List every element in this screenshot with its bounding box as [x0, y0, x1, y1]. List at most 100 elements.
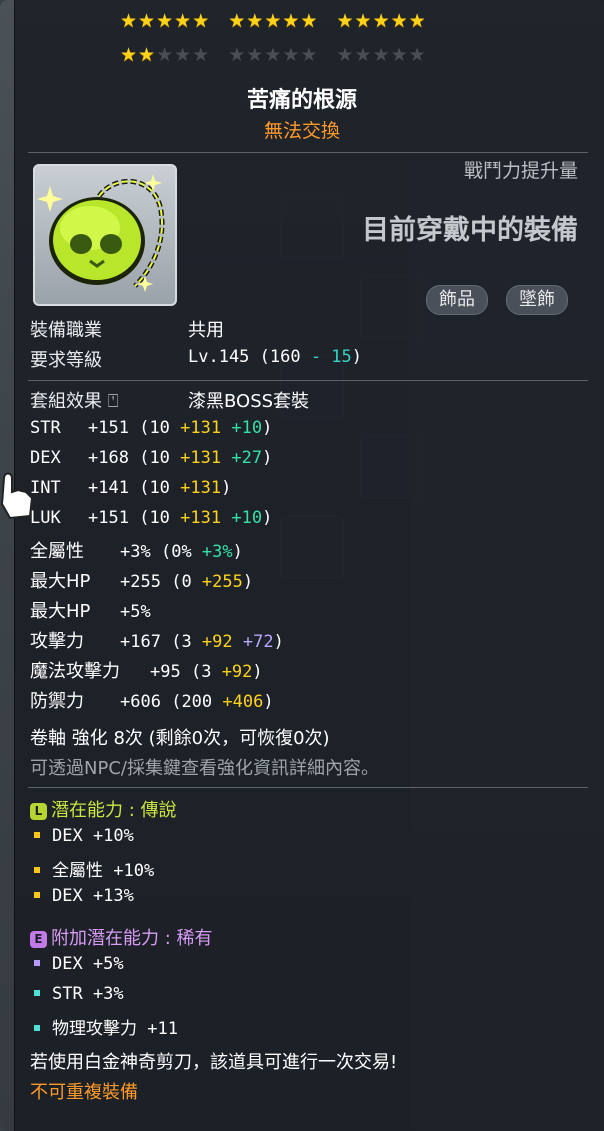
star-row-1: ★★★★★ ★★★★★ ★★★★★ [120, 10, 445, 32]
bonus-potential-header: E 附加潛在能力 : 稀有 [30, 924, 213, 950]
stat-values: +141 (10 +131) [88, 478, 232, 498]
star-filled-icon: ★ [156, 10, 175, 32]
category-badge-accessory: 飾品 [426, 285, 488, 315]
star-filled-icon: ★ [408, 10, 427, 32]
star-empty-icon: ★ [156, 44, 175, 66]
scroll-info: 卷軸 強化 8次 (剩餘0次，可恢復0次) [30, 728, 330, 749]
stat-row: 最大HP +5% [30, 597, 151, 623]
stat-row: DEX +168 (10 +131 +27) [30, 447, 272, 468]
bonus-potential-line: 物理攻擊力 +11 [34, 1014, 178, 1039]
bonus-potential-line: STR +3% [34, 984, 124, 1004]
star-empty-icon: ★ [354, 44, 373, 66]
star-filled-icon: ★ [174, 10, 193, 32]
item-name: 苦痛的根源 [246, 88, 357, 113]
bullet-icon [34, 892, 40, 898]
potential-line-text: DEX +10% [52, 826, 134, 846]
bullet-icon [34, 832, 40, 838]
potential-line-text: 全屬性 +10% [52, 861, 155, 881]
star-filled-icon: ★ [138, 10, 157, 32]
star-filled-icon: ★ [336, 10, 355, 32]
mouse-icon: ⍞ [107, 391, 119, 412]
stat-name: LUK [30, 508, 61, 528]
bullet-icon [34, 990, 40, 996]
stat-name: 最大HP [30, 601, 91, 622]
star-empty-icon: ★ [174, 44, 193, 66]
star-group: ★★★★★ [120, 44, 210, 66]
trade-status: 無法交換 [263, 120, 340, 142]
divider [28, 152, 588, 153]
star-empty-icon: ★ [246, 44, 265, 66]
bonus-potential-line-text: STR +3% [52, 984, 124, 1004]
star-filled-icon: ★ [390, 10, 409, 32]
mouse-cursor-hand-icon [0, 472, 34, 520]
potential-line: 全屬性 +10% [34, 856, 154, 881]
unique-equip-notice: 不可重複裝備 [30, 1082, 138, 1103]
star-group: ★★★★★ [228, 44, 318, 66]
rare-grade-icon: E [30, 931, 47, 948]
star-empty-icon: ★ [228, 44, 247, 66]
equipped-status: 目前穿戴中的裝備 [362, 215, 578, 246]
star-row-2: ★★★★★ ★★★★★ ★★★★★ [120, 44, 445, 66]
potential-line: DEX +13% [34, 886, 134, 906]
star-empty-icon: ★ [300, 44, 319, 66]
stat-name: 防禦力 [30, 691, 84, 712]
stat-values: +95 (3 +92) [150, 662, 263, 682]
stat-name: DEX [30, 448, 61, 468]
stat-values: +606 (200 +406) [120, 692, 274, 712]
star-filled-icon: ★ [300, 10, 319, 32]
stat-row: 全屬性 +3% (0% +3%) [30, 537, 243, 563]
stat-values: +255 (0 +255) [120, 572, 254, 592]
stat-name: 攻擊力 [30, 631, 84, 652]
bonus-potential-line-text: 物理攻擊力 +11 [52, 1019, 178, 1039]
job-value: 共用 [188, 320, 224, 341]
star-filled-icon: ★ [228, 10, 247, 32]
stat-values: +151 (10 +131 +10) [88, 418, 273, 438]
star-group: ★★★★★ [228, 10, 318, 32]
bonus-potential-line-text: DEX +5% [52, 954, 124, 974]
stat-row: 最大HP +255 (0 +255) [30, 567, 253, 593]
bullet-icon [34, 867, 40, 873]
divider [28, 787, 588, 788]
job-label: 裝備職業 [30, 320, 102, 341]
category-badge-pendant: 墜飾 [506, 285, 568, 315]
bullet-icon [34, 960, 40, 966]
stat-values: +167 (3 +92 +72) [120, 632, 284, 652]
stat-name: INT [30, 478, 61, 498]
item-icon-frame [33, 164, 177, 306]
star-filled-icon: ★ [120, 10, 139, 32]
stat-name: 魔法攻擊力 [30, 661, 120, 682]
star-filled-icon: ★ [354, 10, 373, 32]
star-filled-icon: ★ [192, 10, 211, 32]
stat-values: +151 (10 +131 +10) [88, 508, 273, 528]
star-filled-icon: ★ [282, 10, 301, 32]
stat-name: 最大HP [30, 571, 91, 592]
star-filled-icon: ★ [264, 10, 283, 32]
stat-values: +5% [120, 602, 151, 622]
star-filled-icon: ★ [138, 44, 157, 66]
stat-row: 魔法攻擊力 +95 (3 +92) [30, 657, 263, 683]
star-group: ★★★★★ [120, 10, 210, 32]
set-name: 漆黑BOSS套裝 [188, 391, 310, 412]
legendary-grade-icon: L [30, 803, 47, 820]
divider [28, 380, 588, 381]
stat-row: 攻擊力 +167 (3 +92 +72) [30, 627, 284, 653]
star-group: ★★★★★ [336, 10, 426, 32]
stat-row: 防禦力 +606 (200 +406) [30, 687, 274, 713]
star-filled-icon: ★ [246, 10, 265, 32]
set-effect-label: 套組效果 ⍞ [30, 391, 119, 412]
stat-name: STR [30, 418, 61, 438]
potential-header: L 潛在能力 : 傳說 [30, 796, 177, 822]
level-value: Lv.145 (160 - 15) [188, 347, 363, 367]
star-empty-icon: ★ [192, 44, 211, 66]
star-empty-icon: ★ [372, 44, 391, 66]
upgrade-hint: 可透過NPC/採集鍵查看強化資訊詳細內容。 [30, 758, 379, 779]
stat-row: LUK +151 (10 +131 +10) [30, 507, 272, 528]
skull-pendant-icon [37, 174, 165, 292]
star-group: ★★★★★ [336, 44, 426, 66]
star-empty-icon: ★ [264, 44, 283, 66]
stat-name: 全屬性 [30, 541, 84, 562]
combat-power-label: 戰鬥力提升量 [463, 160, 578, 182]
bullet-icon [34, 1025, 40, 1031]
stat-values: +168 (10 +131 +27) [88, 448, 273, 468]
scissors-notice: 若使用白金神奇剪刀，該道具可進行一次交易! [30, 1052, 398, 1073]
